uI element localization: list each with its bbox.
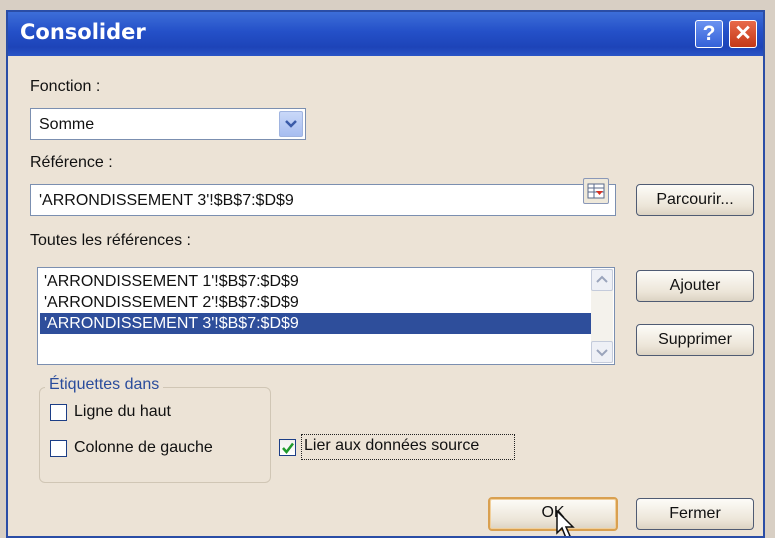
title-bar[interactable]: Consolider ? ✕ — [8, 12, 763, 56]
close-icon[interactable]: ✕ — [729, 20, 757, 48]
list-item-selected[interactable]: 'ARRONDISSEMENT 3'!$B$7:$D$9 — [40, 313, 592, 334]
help-button[interactable]: ? — [695, 20, 723, 48]
chevron-down-icon[interactable] — [279, 111, 303, 137]
browse-button[interactable]: Parcourir... — [636, 184, 754, 216]
function-label: Fonction : — [30, 78, 101, 95]
dialog-title: Consolider — [20, 20, 146, 44]
scroll-up-icon[interactable] — [591, 269, 613, 291]
close-button-label: Fermer — [669, 505, 721, 522]
delete-button-label: Supprimer — [658, 331, 732, 348]
left-column-checkbox[interactable] — [50, 440, 67, 457]
all-references-label: Toutes les références : — [30, 232, 191, 249]
delete-button[interactable]: Supprimer — [636, 324, 754, 356]
close-button[interactable]: Fermer — [636, 498, 754, 530]
ok-button[interactable]: OK — [488, 497, 618, 531]
link-source-checkbox[interactable] — [279, 439, 296, 456]
reference-label: Référence : — [30, 154, 113, 171]
browse-button-label: Parcourir... — [656, 191, 734, 208]
link-source-label[interactable]: Lier aux données source — [304, 437, 479, 455]
references-list[interactable]: 'ARRONDISSEMENT 1'!$B$7:$D$9 'ARRONDISSE… — [37, 267, 615, 365]
mouse-cursor-icon — [556, 510, 575, 536]
reference-input[interactable]: 'ARRONDISSEMENT 3'!$B$7:$D$9 — [30, 184, 616, 216]
labels-groupbox — [39, 387, 271, 483]
scroll-down-icon[interactable] — [591, 341, 613, 363]
function-dropdown[interactable]: Somme — [30, 108, 306, 140]
left-column-label[interactable]: Colonne de gauche — [74, 439, 213, 457]
function-value: Somme — [39, 116, 95, 133]
add-button[interactable]: Ajouter — [636, 270, 754, 302]
reference-value: 'ARRONDISSEMENT 3'!$B$7:$D$9 — [39, 192, 294, 209]
vertical-scrollbar[interactable] — [591, 269, 613, 363]
collapse-dialog-icon[interactable] — [583, 178, 609, 204]
add-button-label: Ajouter — [669, 277, 721, 294]
list-item[interactable]: 'ARRONDISSEMENT 2'!$B$7:$D$9 — [40, 292, 592, 313]
consolidate-dialog: Consolider ? ✕ Fonction : Somme Référenc… — [6, 10, 765, 538]
top-row-label[interactable]: Ligne du haut — [74, 403, 171, 421]
labels-group-title: Étiquettes dans — [45, 376, 164, 394]
list-item[interactable]: 'ARRONDISSEMENT 1'!$B$7:$D$9 — [40, 271, 592, 292]
top-row-checkbox[interactable] — [50, 404, 67, 421]
